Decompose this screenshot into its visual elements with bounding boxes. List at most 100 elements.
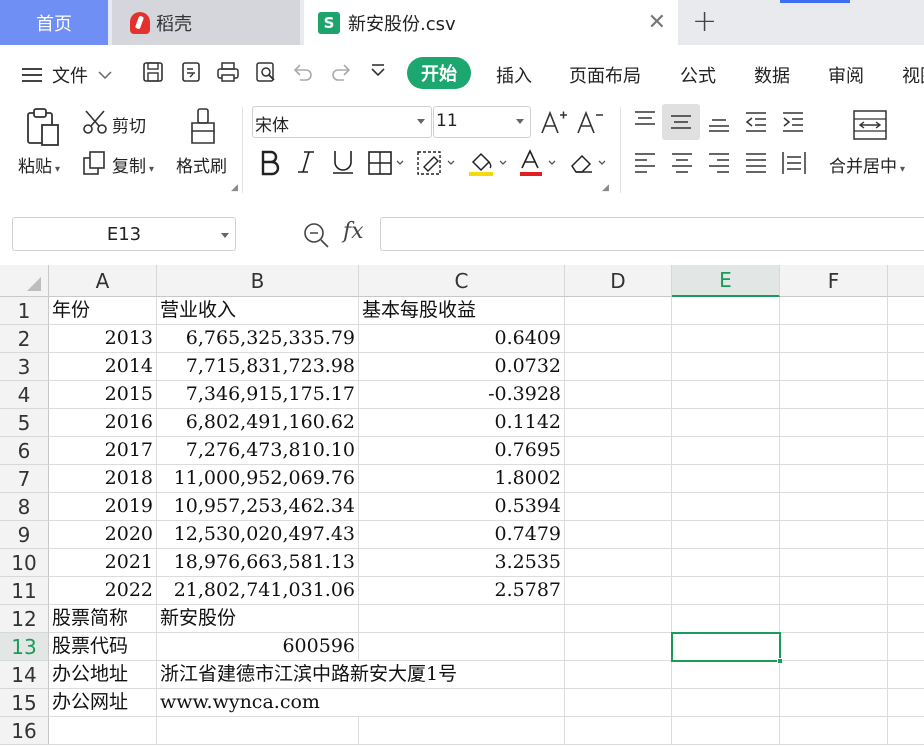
italic-icon[interactable] [296, 148, 316, 176]
cell-g8[interactable] [888, 493, 924, 521]
decrease-indent-icon[interactable] [743, 110, 769, 134]
font-color-icon[interactable] [518, 148, 558, 178]
align-middle-icon[interactable] [668, 110, 694, 134]
cell-a3[interactable]: 2014 [49, 353, 157, 381]
cell-b3[interactable]: 7,715,831,723.98 [157, 353, 359, 381]
cell-a16[interactable] [49, 717, 157, 745]
cell-d11[interactable] [565, 577, 672, 605]
ribbon-tab-data[interactable]: 数据 [754, 62, 790, 88]
cell-c8[interactable]: 0.5394 [359, 493, 565, 521]
cell-d12[interactable] [565, 605, 672, 633]
ribbon-tab-start[interactable]: 开始 [407, 57, 471, 89]
cell-d5[interactable] [565, 409, 672, 437]
cell-b7[interactable]: 11,000,952,069.76 [157, 465, 359, 493]
increase-indent-icon[interactable] [780, 110, 806, 134]
cell-d15[interactable] [565, 689, 672, 717]
cell-e3[interactable] [672, 353, 780, 381]
cell-g14[interactable] [888, 661, 924, 689]
close-tab-icon[interactable]: ✕ [648, 10, 666, 35]
tab-home[interactable]: 首页 [0, 0, 108, 45]
cell-d10[interactable] [565, 549, 672, 577]
cell-d1[interactable] [565, 297, 672, 325]
font-size-select[interactable]: 11 [433, 106, 531, 138]
column-header-overflow[interactable] [888, 265, 924, 297]
cell-g13[interactable] [888, 633, 924, 661]
cell-c12[interactable] [359, 605, 565, 633]
export-icon[interactable] [179, 60, 203, 84]
cell-c2[interactable]: 0.6409 [359, 325, 565, 353]
cell-f15[interactable] [780, 689, 888, 717]
cell-f12[interactable] [780, 605, 888, 633]
name-box[interactable]: E13 [12, 217, 236, 251]
fill-handle[interactable] [777, 658, 783, 664]
cell-f16[interactable] [780, 717, 888, 745]
borders-icon[interactable] [367, 149, 405, 177]
cell-a12[interactable]: 股票简称 [49, 605, 157, 633]
cell-style-icon[interactable] [416, 149, 456, 177]
cell-e11[interactable] [672, 577, 780, 605]
cell-b13[interactable]: 600596 [157, 633, 359, 661]
cell-c13[interactable] [359, 633, 565, 661]
cell-f11[interactable] [780, 577, 888, 605]
tab-file[interactable]: S 新安股份.csv ✕ [304, 0, 678, 45]
cell-g6[interactable] [888, 437, 924, 465]
column-header-a[interactable]: A [49, 265, 157, 297]
cell-a2[interactable]: 2013 [49, 325, 157, 353]
column-header-d[interactable]: D [565, 265, 672, 297]
cell-d9[interactable] [565, 521, 672, 549]
redo-icon[interactable] [329, 60, 353, 84]
cell-g3[interactable] [888, 353, 924, 381]
row-header-3[interactable]: 3 [0, 353, 49, 381]
row-header-9[interactable]: 9 [0, 521, 49, 549]
cell-a11[interactable]: 2022 [49, 577, 157, 605]
increase-font-size-icon[interactable] [540, 109, 568, 135]
row-header-11[interactable]: 11 [0, 577, 49, 605]
cell-b4[interactable]: 7,346,915,175.17 [157, 381, 359, 409]
align-left-icon[interactable] [632, 151, 658, 175]
cell-a15[interactable]: 办公网址 [49, 689, 157, 717]
cell-b12[interactable]: 新安股份 [157, 605, 359, 633]
paste-button[interactable]: 粘贴 ▾ [18, 152, 60, 177]
cell-c11[interactable]: 2.5787 [359, 577, 565, 605]
cell-c5[interactable]: 0.1142 [359, 409, 565, 437]
format-painter-button[interactable]: 格式刷 [176, 152, 227, 177]
cell-f3[interactable] [780, 353, 888, 381]
cell-a9[interactable]: 2020 [49, 521, 157, 549]
cell-f4[interactable] [780, 381, 888, 409]
cell-c6[interactable]: 0.7695 [359, 437, 565, 465]
cell-e7[interactable] [672, 465, 780, 493]
cell-b1[interactable]: 营业收入 [157, 297, 359, 325]
cell-d3[interactable] [565, 353, 672, 381]
cell-a7[interactable]: 2018 [49, 465, 157, 493]
ribbon-tab-page-layout[interactable]: 页面布局 [569, 62, 641, 88]
cell-g10[interactable] [888, 549, 924, 577]
cell-d14[interactable] [565, 661, 672, 689]
justify-icon[interactable] [743, 151, 769, 175]
cell-c4[interactable]: -0.3928 [359, 381, 565, 409]
align-top-icon[interactable] [632, 109, 658, 133]
column-header-c[interactable]: C [359, 265, 565, 297]
cell-b9[interactable]: 12,530,020,497.43 [157, 521, 359, 549]
cell-g11[interactable] [888, 577, 924, 605]
cell-f1[interactable] [780, 297, 888, 325]
tab-daoke[interactable]: 稻壳 [112, 0, 300, 45]
cell-e15[interactable] [672, 689, 780, 717]
cell-a10[interactable]: 2021 [49, 549, 157, 577]
cell-d8[interactable] [565, 493, 672, 521]
row-header-6[interactable]: 6 [0, 437, 49, 465]
distributed-align-icon[interactable] [780, 149, 808, 177]
print-icon[interactable] [216, 60, 240, 84]
active-cell-selection[interactable] [671, 632, 781, 662]
cell-f9[interactable] [780, 521, 888, 549]
cell-e10[interactable] [672, 549, 780, 577]
cell-f2[interactable] [780, 325, 888, 353]
cell-e8[interactable] [672, 493, 780, 521]
align-center-icon[interactable] [669, 151, 695, 175]
insert-function-icon[interactable]: fx [343, 219, 364, 244]
cell-f7[interactable] [780, 465, 888, 493]
cell-g1[interactable] [888, 297, 924, 325]
cell-d4[interactable] [565, 381, 672, 409]
row-header-12[interactable]: 12 [0, 605, 49, 633]
save-icon[interactable] [141, 60, 165, 84]
cell-c7[interactable]: 1.8002 [359, 465, 565, 493]
